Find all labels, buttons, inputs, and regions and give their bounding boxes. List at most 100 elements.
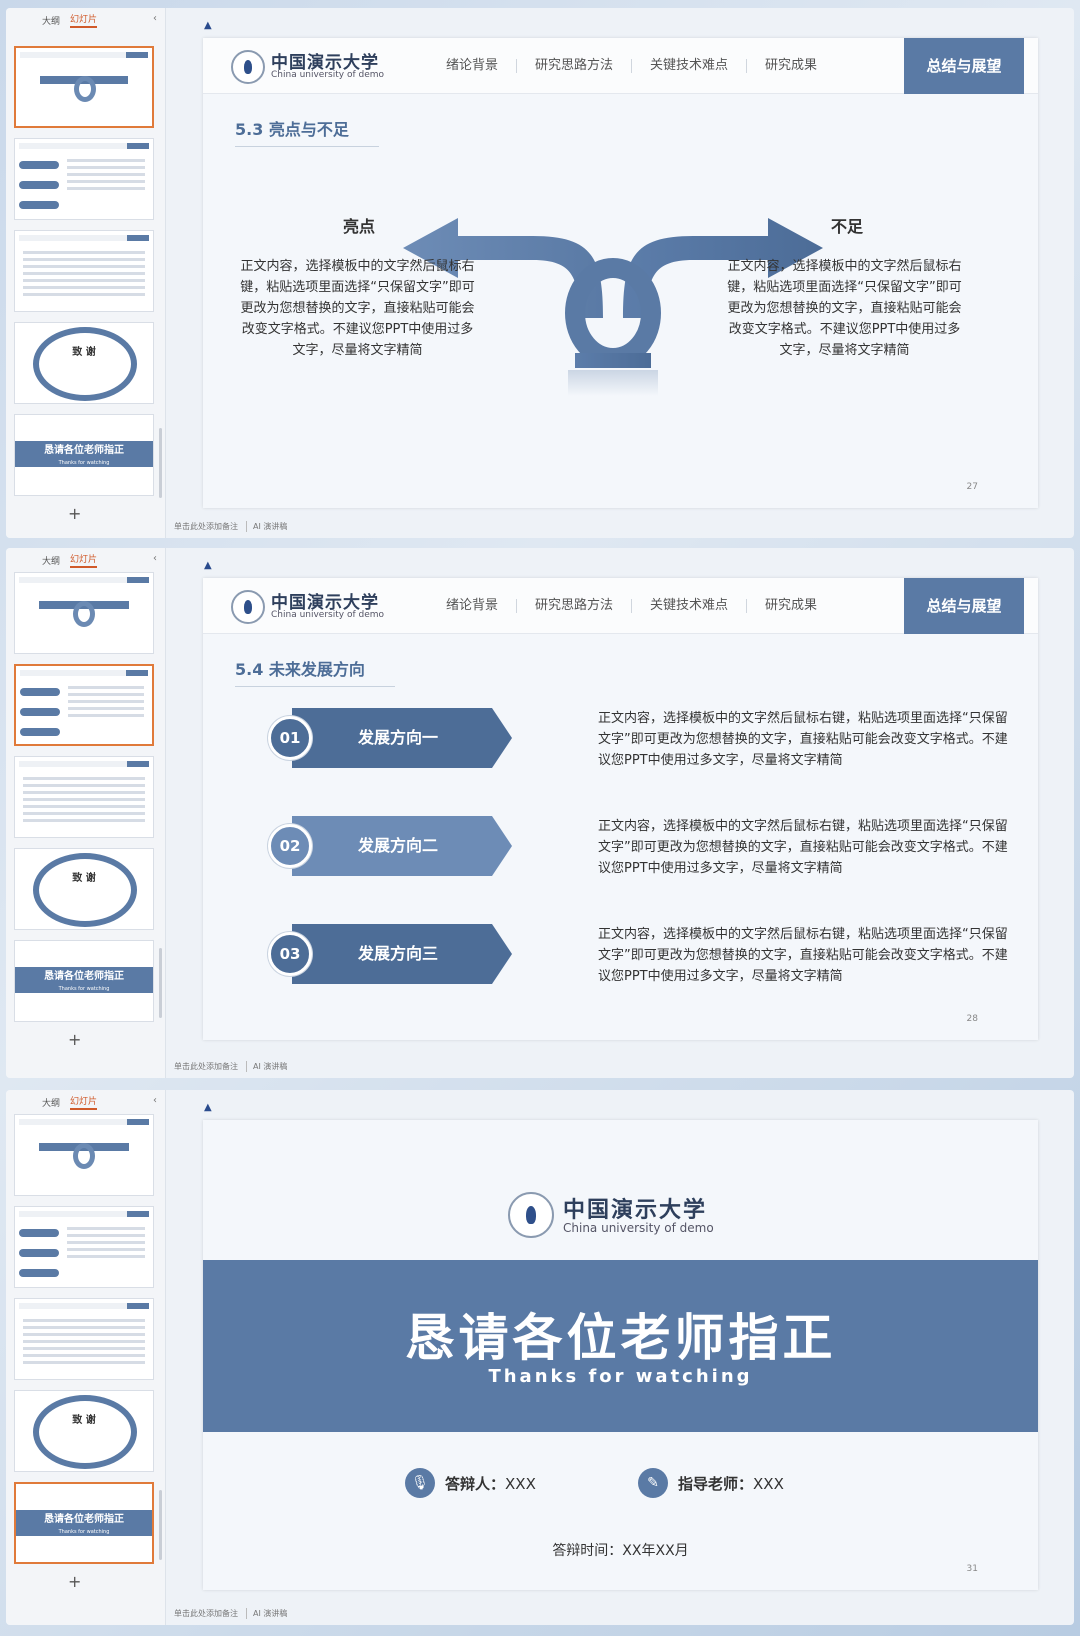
- direction-text: 正文内容，选择模板中的文字然后鼠标右键，粘贴选项里面选择“只保留文字”即可更改为…: [598, 711, 1008, 768]
- collapse-panel-icon[interactable]: ‹: [153, 13, 157, 24]
- section-nav: 绪论背景 研究思路方法 关键技术难点 研究成果: [428, 578, 835, 634]
- nav-item-intro[interactable]: 绪论背景: [428, 59, 518, 73]
- slide-thumbnail-29[interactable]: [14, 1298, 154, 1380]
- slide-thumbnail-27[interactable]: [14, 46, 154, 128]
- slide-panel: 大纲 幻灯片 ‹ 致 谢 恳请各位老师指正 Thanks for watching…: [6, 548, 166, 1078]
- page-number: 31: [966, 1564, 978, 1574]
- nav-item-intro[interactable]: 绪论背景: [428, 599, 518, 613]
- nav-item-summary-active[interactable]: 总结与展望: [904, 38, 1024, 94]
- panel-scrollbar[interactable]: [159, 1490, 162, 1560]
- thumb-thanks-title: 致 谢: [72, 873, 96, 884]
- slide-28[interactable]: 中国演示大学 China university of demo 绪论背景 研究思…: [203, 578, 1038, 1040]
- page-number: 28: [966, 1014, 978, 1024]
- slide-thumbnail-31[interactable]: 恳请各位老师指正 Thanks for watching: [14, 414, 154, 496]
- panel-tabs: 大纲 幻灯片: [6, 1090, 165, 1114]
- slide-thumbnail-30[interactable]: 致 谢: [14, 1390, 154, 1472]
- direction-label: 发展方向一: [357, 728, 438, 747]
- defender-value: XXX: [505, 1474, 536, 1493]
- slide-thumbnail-29[interactable]: [14, 230, 154, 312]
- university-name-en: China university of demo: [271, 610, 385, 620]
- direction-text: 正文内容，选择模板中的文字然后鼠标右键，粘贴选项里面选择“只保留文字”即可更改为…: [598, 819, 1008, 876]
- section-title: 5.4 未来发展方向: [235, 656, 395, 687]
- closing-subtitle: Thanks for watching: [488, 1366, 753, 1387]
- collapse-panel-icon[interactable]: ‹: [153, 553, 157, 564]
- thumb-end-title: 恳请各位老师指正: [44, 445, 124, 456]
- slide-thumbnail-30[interactable]: 致 谢: [14, 322, 154, 404]
- slide-thumbnail-28[interactable]: [14, 138, 154, 220]
- microphone-icon: 🎙: [405, 1468, 435, 1498]
- defender-label: 答辩人：: [445, 1474, 506, 1493]
- tab-outline[interactable]: 大纲: [42, 14, 60, 27]
- editor-window-3: 大纲 幻灯片 ‹ 致 谢 恳请各位老师指正 Thanks for watching…: [6, 1090, 1074, 1625]
- slide-thumbnail-27[interactable]: [14, 572, 154, 654]
- tab-slides[interactable]: 幻灯片: [70, 552, 98, 568]
- closing-title: 恳请各位老师指正: [404, 1309, 837, 1367]
- tab-outline[interactable]: 大纲: [42, 554, 60, 567]
- nav-item-method[interactable]: 研究思路方法: [517, 599, 633, 613]
- add-notes-link[interactable]: 单击此处添加备注: [174, 1608, 238, 1619]
- direction-label: 发展方向二: [357, 836, 438, 855]
- notes-bar: 单击此处添加备注 AI 演讲稿: [174, 1061, 287, 1072]
- collapse-panel-icon[interactable]: ‹: [153, 1095, 157, 1106]
- page-number: 27: [966, 482, 978, 492]
- ai-script-button[interactable]: AI 演讲稿: [246, 1608, 287, 1619]
- nav-item-summary-active[interactable]: 总结与展望: [904, 578, 1024, 634]
- slide-thumbnail-29[interactable]: [14, 756, 154, 838]
- slide-thumbnail-28[interactable]: [14, 664, 154, 746]
- tab-slides[interactable]: 幻灯片: [70, 12, 98, 28]
- notes-bar: 单击此处添加备注 AI 演讲稿: [174, 521, 287, 532]
- nav-item-method[interactable]: 研究思路方法: [517, 59, 633, 73]
- direction-text: 正文内容，选择模板中的文字然后鼠标右键，粘贴选项里面选择“只保留文字”即可更改为…: [598, 927, 1008, 984]
- nav-item-results[interactable]: 研究成果: [747, 599, 835, 613]
- university-emblem-icon: [231, 50, 265, 84]
- advisor-value: XXX: [753, 1474, 784, 1493]
- add-notes-link[interactable]: 单击此处添加备注: [174, 1061, 238, 1072]
- advisor-info: ✎ 指导老师：XXX: [638, 1468, 784, 1498]
- thumb-end-sub: Thanks for watching: [58, 460, 110, 466]
- ai-script-button[interactable]: AI 演讲稿: [246, 521, 287, 532]
- slide-thumbnail-27[interactable]: [14, 1114, 154, 1196]
- editor-window-1: 大纲 幻灯片 ‹ 致 谢 恳请各位老师指正 Thanks for watching…: [6, 8, 1074, 538]
- highlights-text: 正文内容，选择模板中的文字然后鼠标右键，粘贴选项里面选择“只保留文字”即可更改为…: [240, 259, 475, 358]
- slide-thumbnail-28[interactable]: [14, 1206, 154, 1288]
- tab-outline[interactable]: 大纲: [42, 1096, 60, 1109]
- slide-thumbnail-31[interactable]: 恳请各位老师指正 Thanks for watching: [14, 940, 154, 1022]
- shortcomings-label: 不足: [831, 217, 864, 236]
- slide-header: 中国演示大学 China university of demo 绪论背景 研究思…: [203, 38, 1038, 94]
- slide-31[interactable]: 中国演示大学 China university of demo 恳请各位老师指正…: [203, 1120, 1038, 1590]
- slide-panel: 大纲 幻灯片 ‹ 致 谢 恳请各位老师指正 Thanks for watching…: [6, 1090, 166, 1625]
- teacher-icon: ✎: [638, 1468, 668, 1498]
- tab-slides[interactable]: 幻灯片: [70, 1094, 98, 1110]
- advisor-label: 指导老师：: [678, 1474, 754, 1493]
- slide-27[interactable]: 中国演示大学 China university of demo 绪论背景 研究思…: [203, 38, 1038, 508]
- thumb-end-title: 恳请各位老师指正: [44, 971, 124, 982]
- university-name-cn: 中国演示大学: [563, 1197, 708, 1223]
- slide-thumbnail-31[interactable]: 恳请各位老师指正 Thanks for watching: [14, 1482, 154, 1564]
- nav-item-tech[interactable]: 关键技术难点: [632, 599, 748, 613]
- slide-panel: 大纲 幻灯片 ‹ 致 谢 恳请各位老师指正 Thanks for watching…: [6, 8, 166, 538]
- nav-item-tech[interactable]: 关键技术难点: [632, 59, 748, 73]
- nav-item-results[interactable]: 研究成果: [747, 59, 835, 73]
- highlights-label: 亮点: [343, 217, 376, 236]
- university-emblem-icon: [508, 1192, 554, 1238]
- app-logo-icon: ▲: [204, 1102, 212, 1113]
- panel-scrollbar[interactable]: [159, 428, 162, 498]
- panel-tabs: 大纲 幻灯片: [6, 8, 165, 32]
- thumb-thanks-title: 致 谢: [72, 347, 96, 358]
- panel-scrollbar[interactable]: [159, 948, 162, 1018]
- ai-script-button[interactable]: AI 演讲稿: [246, 1061, 287, 1072]
- thumb-end-sub: Thanks for watching: [58, 1529, 110, 1535]
- defense-date: 答辩时间：XX年XX月: [552, 1543, 689, 1559]
- add-slide-button[interactable]: +: [68, 1030, 81, 1049]
- thumb-thanks-title: 致 谢: [72, 1415, 96, 1426]
- app-logo-icon: ▲: [204, 560, 212, 571]
- university-name-en: China university of demo: [271, 70, 385, 80]
- notes-bar: 单击此处添加备注 AI 演讲稿: [174, 1608, 287, 1619]
- slide-thumbnail-30[interactable]: 致 谢: [14, 848, 154, 930]
- add-notes-link[interactable]: 单击此处添加备注: [174, 521, 238, 532]
- add-slide-button[interactable]: +: [68, 1572, 81, 1591]
- defender-info: 🎙 答辩人：XXX: [405, 1468, 536, 1498]
- panel-tabs: 大纲 幻灯片: [6, 548, 165, 572]
- add-slide-button[interactable]: +: [68, 504, 81, 523]
- thumb-end-sub: Thanks for watching: [58, 986, 110, 992]
